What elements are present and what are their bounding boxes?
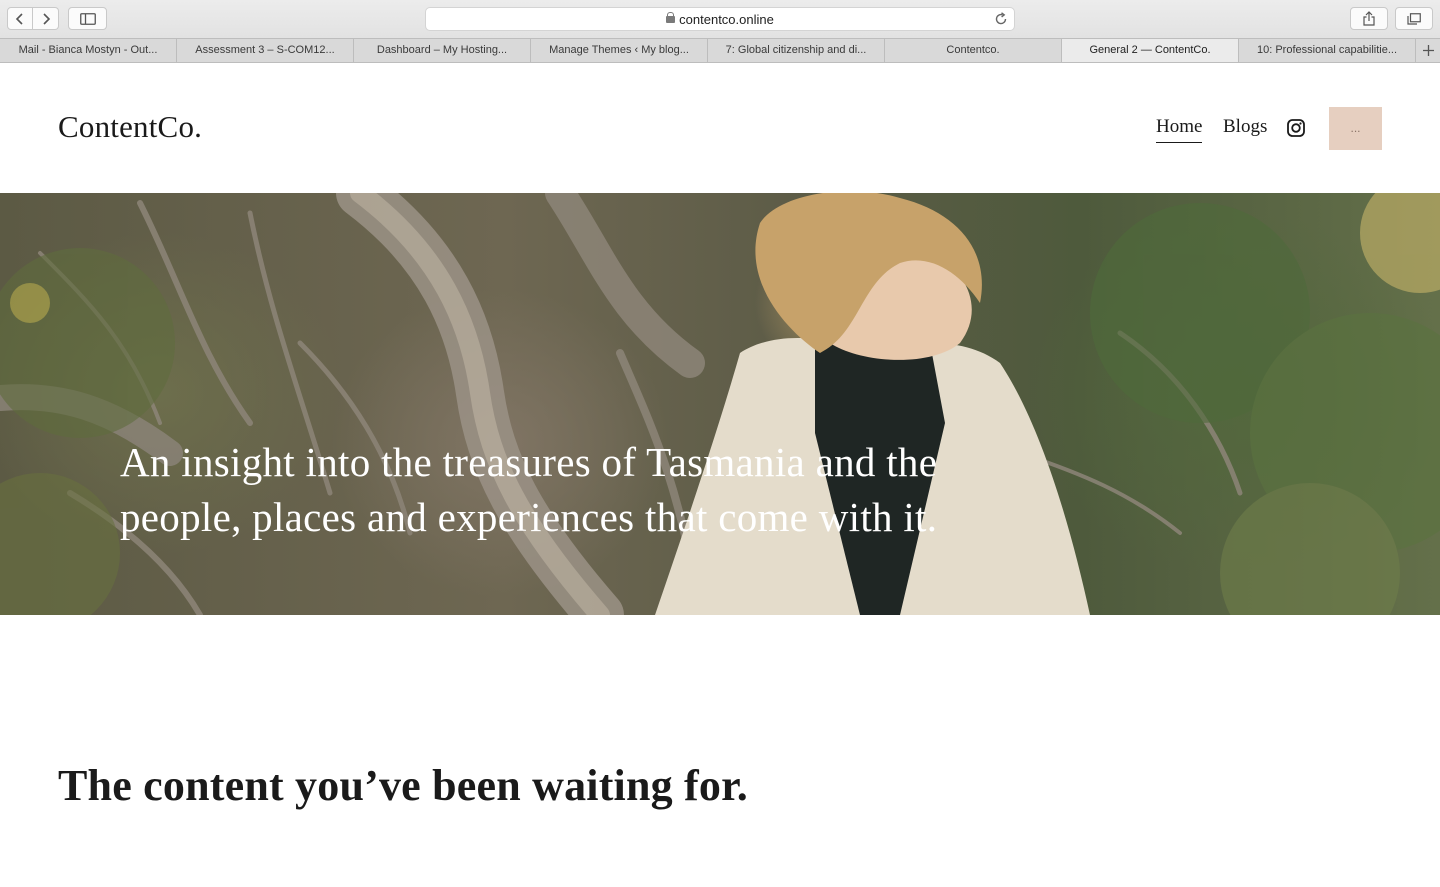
history-buttons [7,7,59,30]
share-icon [1363,11,1375,26]
lock-icon [666,11,676,25]
hero-banner: An insight into the treasures of Tasmani… [0,193,1440,615]
show-tabs-button[interactable] [1395,7,1433,30]
forward-button[interactable] [33,7,59,30]
nav-home-link[interactable]: Home [1156,116,1203,143]
tab-mail[interactable]: Mail - Bianca Mostyn - Out... [0,39,177,62]
tab-professional-capabilities[interactable]: 10: Professional capabilitie... [1239,39,1416,62]
site-header: ContentCo. Home Blogs ... [0,63,1440,193]
tab-manage-themes[interactable]: Manage Themes ‹ My blog... [531,39,708,62]
back-button[interactable] [7,7,33,30]
tab-general-2-active[interactable]: General 2 — ContentCo. [1062,39,1239,62]
tabs-icon [1407,12,1421,25]
new-tab-button[interactable] [1416,39,1440,62]
nav-blogs-link[interactable]: Blogs [1223,116,1267,138]
tab-global-citizenship[interactable]: 7: Global citizenship and di... [708,39,885,62]
tab-dashboard[interactable]: Dashboard – My Hosting... [354,39,531,62]
chevron-left-icon [15,12,23,25]
section-title: The content you’ve been waiting for. [58,761,748,810]
address-bar[interactable]: contentco.online [425,7,1015,31]
share-button[interactable] [1350,7,1388,30]
sidebar-toggle-button[interactable] [68,7,107,30]
url-text: contentco.online [679,11,774,27]
plus-icon [1422,45,1434,56]
reload-icon[interactable] [994,12,1008,26]
browser-toolbar: contentco.online [0,0,1440,38]
chevron-right-icon [42,12,50,25]
site-logo[interactable]: ContentCo. [58,109,202,145]
hero-headline: An insight into the treasures of Tasmani… [120,439,938,540]
tab-assessment[interactable]: Assessment 3 – S-COM12... [177,39,354,62]
tab-bar: Mail - Bianca Mostyn - Out... Assessment… [0,38,1440,63]
hero-photo [0,193,1440,615]
header-cta-button[interactable]: ... [1329,107,1382,150]
sidebar-icon [79,12,96,25]
tab-contentco[interactable]: Contentco. [885,39,1062,62]
instagram-icon[interactable] [1287,119,1305,137]
